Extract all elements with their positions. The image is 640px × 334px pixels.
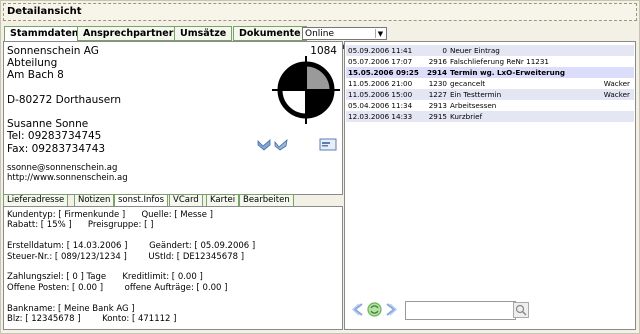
info-panel: Kundentyp: [ Firmenkunde ] Quelle: [ Mes… [3,206,343,330]
web-block: ssonne@sonnenschein.ag http://www.sonnen… [7,163,128,183]
chevron-down-icon[interactable]: ▼ [375,29,385,38]
history-row[interactable]: 05.07.2006 17:07 2916 Falschlieferung ReNr… [346,56,634,67]
address-block: Sonnenschein AG Abteilung Am Bach 8 D-80… [7,45,121,155]
history-row[interactable]: 12.03.2006 14:33 2915 Kurzbrief [346,111,634,122]
history-date: 05.07.2006 17:07 [348,57,413,66]
history-text: Termin wg. LxO-Erweiterung [450,68,566,77]
history-text: Ein Testtermin [450,90,502,99]
history-user: Wacker [603,90,630,99]
street: Am Bach 8 [7,69,64,82]
info-line: Blz: [ 12345678 ] Konto: [ 471112 ] [7,314,177,325]
history-number: 2915 [428,112,447,121]
next-icon[interactable] [385,303,397,316]
history-number: 0 [442,46,447,55]
company-name: Sonnenschein AG [7,45,99,57]
website-link[interactable]: http://www.sonnenschein.ag [7,173,128,183]
help-select[interactable]: Online Kundenhilfe ▼ [302,27,387,52]
info-line: Rabatt: [ 15% ] Preisgruppe: [ ] [7,220,154,231]
contact-person: Susanne Sonne [7,118,89,131]
history-row[interactable]: 15.05.2006 09:25 2914 Termin wg. LxO-Erwei… [346,67,634,78]
contact-icons [257,137,337,153]
history-date: 12.03.2006 14:33 [348,112,413,121]
history-date: 15.05.2006 09:25 [348,68,419,77]
history-row[interactable]: 05.04.2006 11:34 2913 Arbeitsessen [346,100,634,111]
previous-icon[interactable] [352,303,364,316]
tab-umsaetze[interactable]: Umsätze [174,26,233,41]
window-title: Detailansicht [7,6,82,17]
city: D-80272 Dorthausern [7,93,122,106]
info-line: Kundentyp: [ Firmenkunde ] Quelle: [ Mes… [7,210,213,220]
phone: Tel: 09283734745 [7,130,102,143]
history-row[interactable]: 11.05.2006 21:00 1230 gecancelt Wacker [346,78,634,89]
history-date: 05.04.2006 11:34 [348,101,413,110]
phone-icon[interactable] [257,139,271,151]
history-number: 2916 [428,57,447,66]
search-button[interactable] [513,302,529,318]
contact-panel: Sonnenschein AG Abteilung Am Bach 8 D-80… [3,41,343,195]
window-frame: Detailansicht Stammdaten Ansprechpartner… [0,0,640,334]
history-date: 11.05.2006 15:00 [348,90,413,99]
info-line: Offene Posten: [ 0.00 ] offene Aufträge:… [7,282,228,293]
mail-icon[interactable] [319,138,337,151]
info-text: Kundentyp: [ Firmenkunde ] Quelle: [ Mes… [7,210,255,324]
history-user: Wacker [603,79,630,88]
title-bar: Detailansicht [3,3,637,21]
history-row[interactable]: 05.09.2006 11:41 0 Neuer Eintrag [346,45,634,56]
tab-stammdaten[interactable]: Stammdaten [4,26,85,42]
tab-ansprechpartner[interactable]: Ansprechpartner [77,26,180,41]
history-panel: 05.09.2006 11:41 0 Neuer Eintrag 05.07.200… [344,41,636,330]
history-text: Arbeitsessen [450,101,497,110]
history-date: 11.05.2006 21:00 [348,79,413,88]
company-logo [272,56,340,124]
tab-dokumente[interactable]: Dokumente [233,26,307,41]
history-text: Falschlieferung ReNr 11231 [450,57,549,66]
department: Abteilung [7,57,58,70]
history-row[interactable]: 11.05.2006 15:00 1227 Ein Testtermin Wacker [346,89,634,100]
email-link[interactable]: ssonne@sonnenschein.ag [7,163,117,173]
search-input[interactable] [405,301,516,320]
info-line: Bankname: [ Meine Bank AG ] [7,303,135,314]
history-text: Kurzbrief [450,112,483,121]
history-number: 2914 [426,68,447,77]
info-line: Erstelldatum: [ 14.03.2006 ] Geändert: [… [7,241,256,252]
history-date: 05.09.2006 11:41 [348,46,413,55]
refresh-icon[interactable] [366,301,383,318]
search-icon [515,304,527,316]
info-line: Steuer-Nr.: [ 089/123/1234 ] UStId: [ DE… [7,251,245,262]
history-text: gecancelt [450,79,486,88]
history-number: 1227 [428,90,447,99]
history-text: Neuer Eintrag [450,46,500,55]
fax-icon[interactable] [274,139,288,151]
fax: Fax: 09283734743 [7,142,106,155]
history-number: 2913 [428,101,447,110]
history-number: 1230 [428,79,447,88]
info-line: Zahlungsziel: [ 0 ] Tage Kreditlimit: [ … [7,272,203,283]
